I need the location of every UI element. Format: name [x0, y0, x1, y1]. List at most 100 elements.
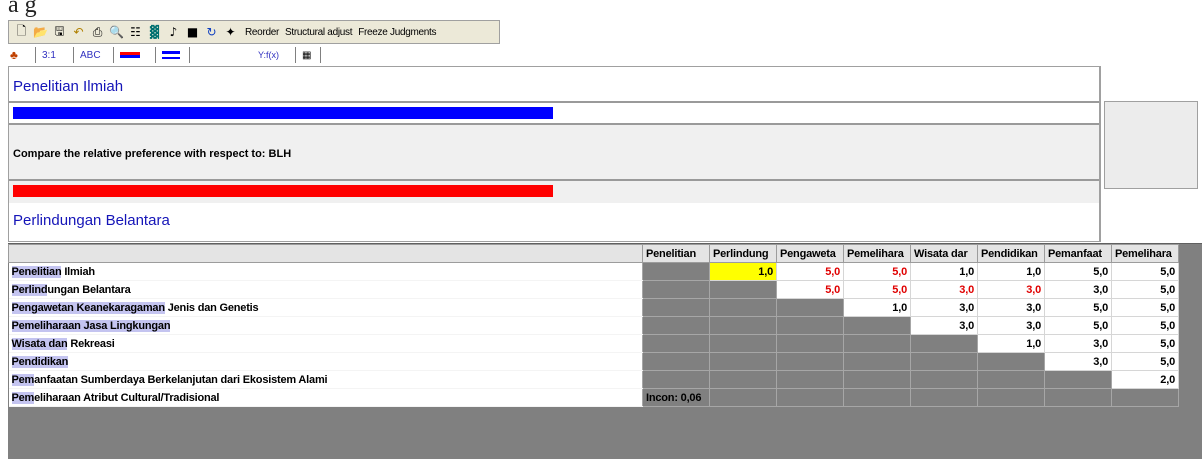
print-icon[interactable]: ⎙: [89, 24, 106, 41]
matrix-cell-empty: [642, 298, 710, 317]
matrix-cell[interactable]: 5,0: [1111, 298, 1179, 317]
matrix-cell[interactable]: 5,0: [1111, 262, 1179, 281]
square-icon[interactable]: ■: [184, 24, 201, 41]
matrix-cell[interactable]: 5,0: [776, 262, 844, 281]
row-label[interactable]: Pemeliharaan Jasa Lingkungan: [8, 316, 643, 335]
wand-icon[interactable]: ✦: [222, 24, 239, 41]
matrix-cell[interactable]: 5,0: [843, 262, 911, 281]
matrix-cell[interactable]: 5,0: [1111, 352, 1179, 371]
matrix-cell-empty: [642, 352, 710, 371]
tab-numeric[interactable]: 3:1: [30, 46, 56, 64]
matrix-cell[interactable]: 5,0: [1044, 316, 1112, 335]
top-preference-bar-row[interactable]: [9, 103, 1099, 125]
column-header[interactable]: Pemanfaat: [1044, 244, 1112, 263]
open-icon[interactable]: 📂: [32, 24, 49, 41]
column-header[interactable]: Perlindung: [709, 244, 777, 263]
matrix-cell[interactable]: 3,0: [910, 316, 978, 335]
music-icon[interactable]: ♪: [165, 24, 182, 41]
top-element-label: Penelitian Ilmiah: [13, 78, 124, 95]
matrix-cell[interactable]: 3,0: [1044, 280, 1112, 299]
matrix-cell-empty: [977, 370, 1045, 389]
save-icon[interactable]: 🖫: [51, 24, 68, 41]
matrix-cell[interactable]: 3,0: [910, 298, 978, 317]
column-header[interactable]: Pemelihara: [843, 244, 911, 263]
column-header[interactable]: Pengaweta: [776, 244, 844, 263]
main-toolbar: 🗋 📂 🖫 ↶ ⎙ 🔍 ☷ ▓ ♪ ■ ↻ ✦ Reorder Structur…: [8, 20, 500, 44]
row-label[interactable]: Pengawetan Keanekaragaman Jenis dan Gene…: [8, 298, 643, 317]
tab-matrix[interactable]: ▦: [290, 46, 327, 64]
bottom-preference-bar[interactable]: [13, 185, 553, 197]
matrix-header-row: Penelitian Perlindung Pengaweta Pemeliha…: [8, 244, 1179, 263]
matrix-cell-empty: [776, 352, 844, 371]
matrix-cell[interactable]: 1,0: [977, 334, 1045, 353]
matrix-cell[interactable]: 5,0: [1111, 334, 1179, 353]
table-row: Pengawetan Keanekaragaman Jenis dan Gene…: [8, 298, 1179, 317]
matrix-cell[interactable]: 1,0: [977, 262, 1045, 281]
column-header[interactable]: Pendidikan: [977, 244, 1045, 263]
matrix-cell-empty: [1044, 388, 1112, 407]
matrix-cell[interactable]: 1,0: [910, 262, 978, 281]
matrix-cell[interactable]: 1,0: [709, 262, 777, 281]
column-header[interactable]: Penelitian: [642, 244, 710, 263]
matrix-cell-empty: [709, 370, 777, 389]
column-header[interactable]: Wisata dar: [910, 244, 978, 263]
matrix-cell[interactable]: 3,0: [910, 280, 978, 299]
row-label[interactable]: Pemanfaatan Sumberdaya Berkelanjutan dar…: [8, 370, 643, 389]
matrix-cell-empty: [776, 334, 844, 353]
row-label[interactable]: Wisata dan Rekreasi: [8, 334, 643, 353]
tab-verbal[interactable]: ABC: [68, 46, 101, 64]
matrix-cell[interactable]: 2,0: [1111, 370, 1179, 389]
matrix-cell-empty: [910, 352, 978, 371]
tab-lines[interactable]: [150, 46, 180, 64]
inconsistency-value: Incon: 0,06: [642, 388, 710, 407]
matrix-cell-empty: [977, 352, 1045, 371]
matrix-cell-empty: [642, 316, 710, 335]
calculator-icon[interactable]: ▓: [146, 24, 163, 41]
tab-bars[interactable]: [108, 46, 140, 64]
freeze-judgments-button[interactable]: Freeze Judgments: [358, 27, 436, 38]
bars-icon: [120, 52, 140, 58]
preview-icon[interactable]: 🔍: [108, 24, 125, 41]
row-label[interactable]: Perlindungan Belantara: [8, 280, 643, 299]
tab-graphic[interactable]: ♣: [10, 46, 18, 64]
refresh-icon[interactable]: ↻: [203, 24, 220, 41]
matrix-cell[interactable]: 5,0: [1111, 316, 1179, 335]
side-divider: [1100, 66, 1101, 242]
matrix-cell-empty: [910, 370, 978, 389]
matrix-cell-empty: [776, 370, 844, 389]
matrix-cell-empty: [776, 298, 844, 317]
bottom-preference-bar-row[interactable]: [9, 181, 1099, 203]
judgment-matrix: Penelitian Perlindung Pengaweta Pemeliha…: [8, 243, 1202, 459]
bottom-element-row: Perlindungan Belantara: [9, 203, 1099, 241]
matrix-cell[interactable]: 5,0: [1111, 280, 1179, 299]
matrix-cell[interactable]: 5,0: [1044, 298, 1112, 317]
undo-icon[interactable]: ↶: [70, 24, 87, 41]
structural-adjust-button[interactable]: Structural adjust: [285, 27, 352, 38]
matrix-cell[interactable]: 3,0: [977, 316, 1045, 335]
matrix-cell[interactable]: 5,0: [843, 280, 911, 299]
row-label[interactable]: Pemeliharaan Atribut Cultural/Tradisiona…: [8, 388, 643, 407]
row-label[interactable]: Pendidikan: [8, 352, 643, 371]
matrix-cell[interactable]: 5,0: [776, 280, 844, 299]
matrix-cell-empty: [910, 388, 978, 407]
tab-formula[interactable]: Y:f(x): [258, 46, 279, 64]
tab-divider: [184, 46, 196, 64]
matrix-cell[interactable]: 3,0: [1044, 334, 1112, 353]
reorder-button[interactable]: Reorder: [245, 27, 279, 38]
table-row: Penelitian Ilmiah 1,0 5,0 5,0 1,0 1,0 5,0 5,0: [8, 262, 1179, 281]
top-element-row: Penelitian Ilmiah: [9, 67, 1099, 103]
new-icon[interactable]: 🗋: [13, 24, 30, 41]
matrix-cell-empty: [709, 334, 777, 353]
matrix-cell[interactable]: 3,0: [1044, 352, 1112, 371]
matrix-cell[interactable]: 5,0: [1044, 262, 1112, 281]
matrix-cell-empty: [843, 334, 911, 353]
hierarchy-icon[interactable]: ☷: [127, 24, 144, 41]
matrix-cell[interactable]: 3,0: [977, 298, 1045, 317]
matrix-cell[interactable]: 1,0: [843, 298, 911, 317]
column-header[interactable]: Pemelihara: [1111, 244, 1179, 263]
side-panel: [1104, 101, 1198, 189]
row-label[interactable]: Penelitian Ilmiah: [8, 262, 643, 281]
mode-tabs: ♣ 3:1 ABC Y:f(x) ▦: [8, 44, 1198, 65]
matrix-cell[interactable]: 3,0: [977, 280, 1045, 299]
top-preference-bar[interactable]: [13, 107, 553, 119]
